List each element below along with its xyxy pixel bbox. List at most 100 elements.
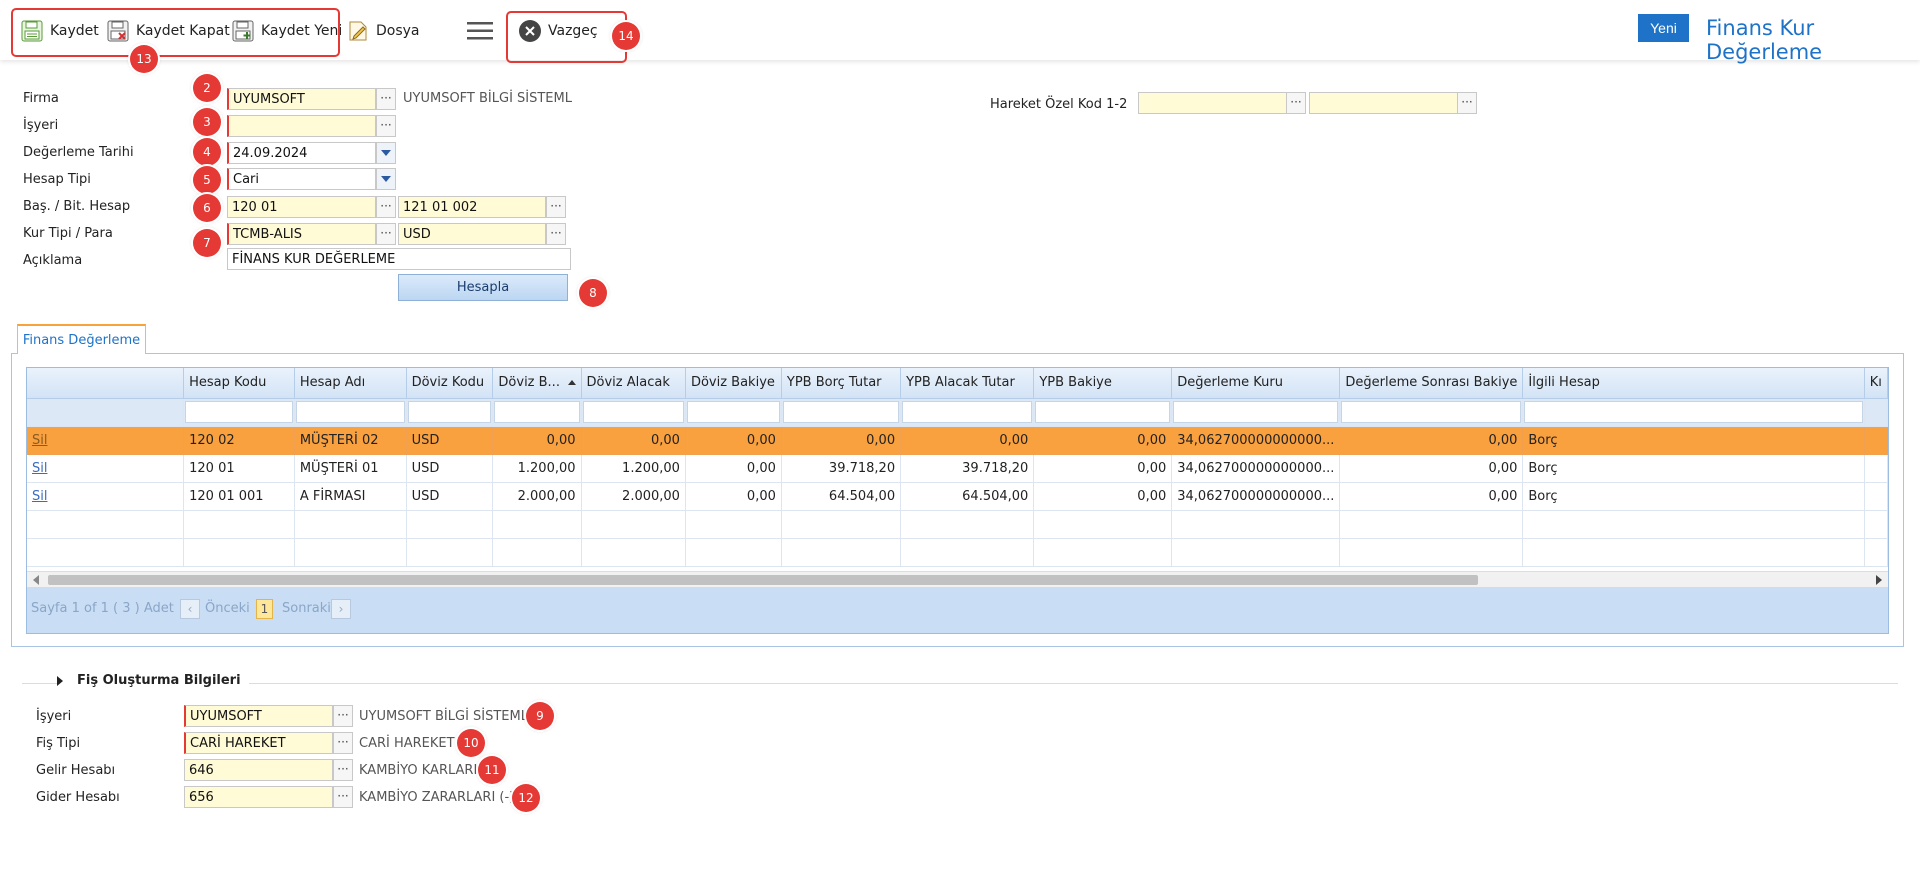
isyeri-lookup-button[interactable]: ··· xyxy=(376,115,396,137)
filter-input-doviz-bakiye[interactable] xyxy=(686,401,780,423)
expand-triangle-icon xyxy=(57,675,63,686)
filter-input-sonrasi-bakiye[interactable] xyxy=(1341,401,1522,423)
col-header-ypb-borc-tutar[interactable]: YPB Borç Tutar xyxy=(781,368,902,399)
horizontal-scrollbar[interactable] xyxy=(27,571,1888,587)
cell-more xyxy=(1864,426,1888,455)
filter-input-ypb-borc[interactable] xyxy=(782,401,900,423)
tab-finans-degerleme[interactable]: Finans Değerleme xyxy=(17,324,146,354)
gider-hesabi-lookup-button[interactable]: ··· xyxy=(333,786,353,808)
filter-input-doviz-alacak[interactable] xyxy=(582,401,684,423)
col-header-degerleme-sonrasi-bakiye[interactable]: Değerleme Sonrası Bakiye xyxy=(1339,368,1524,399)
gider-hesabi-label: Gider Hesabı xyxy=(36,790,120,805)
para-lookup-button[interactable]: ··· xyxy=(546,223,566,245)
cell-doviz-alacak: 2.000,00 xyxy=(581,482,686,511)
kur-tipi-input[interactable]: TCMB-ALIS xyxy=(227,223,376,245)
col-header-hesap-kodu[interactable]: Hesap Kodu xyxy=(183,368,295,399)
filter-input-ilgili-hesap[interactable] xyxy=(1524,401,1863,423)
cell-ypb-bakiye: 0,00 xyxy=(1033,482,1173,511)
col-header-action xyxy=(27,368,185,399)
fis-isyeri-lookup-button[interactable]: ··· xyxy=(333,705,353,727)
delete-link[interactable]: Sil xyxy=(32,433,47,448)
col-header-more[interactable]: Kı xyxy=(1864,368,1888,399)
col-header-ypb-alacak-tutar[interactable]: YPB Alacak Tutar xyxy=(900,368,1035,399)
filter-input-ypb-bakiye[interactable] xyxy=(1035,401,1171,423)
cell-ypb-bakiye: 0,00 xyxy=(1033,426,1173,455)
dropdown-arrow-icon xyxy=(381,150,391,156)
filter-input-hesap-kodu[interactable] xyxy=(185,401,293,423)
hesap-tipi-dropdown-button[interactable] xyxy=(376,168,396,190)
empty-row xyxy=(27,510,1888,539)
cell-ypb-borc: 39.718,20 xyxy=(781,454,902,483)
col-header-ypb-bakiye[interactable]: YPB Bakiye xyxy=(1033,368,1173,399)
scroll-right-icon[interactable] xyxy=(1876,575,1882,585)
annotation-badge: 11 xyxy=(478,756,506,784)
gider-hesabi-input[interactable]: 656 xyxy=(184,786,333,808)
ozel-kod-2-lookup-button[interactable]: ··· xyxy=(1457,92,1477,114)
firma-input[interactable]: UYUMSOFT xyxy=(227,88,376,110)
aciklama-label: Açıklama xyxy=(23,253,83,268)
hesapla-button[interactable]: Hesapla xyxy=(398,274,568,301)
grid-header-row: Hesap Kodu Hesap Adı Döviz Kodu Döviz B.… xyxy=(27,368,1888,399)
new-button[interactable]: Yeni xyxy=(1638,14,1689,42)
delete-link[interactable]: Sil xyxy=(32,489,47,504)
bit-hesap-lookup-button[interactable]: ··· xyxy=(546,196,566,218)
col-header-hesap-adi[interactable]: Hesap Adı xyxy=(294,368,407,399)
scroll-thumb[interactable] xyxy=(48,575,1478,585)
fis-tipi-lookup-button[interactable]: ··· xyxy=(333,732,353,754)
filter-input-doviz-borc[interactable] xyxy=(494,401,580,423)
ozel-kod-2-input[interactable] xyxy=(1309,92,1458,114)
next-page-label[interactable]: Sonraki xyxy=(282,601,331,616)
annotation-badge: 6 xyxy=(193,194,221,222)
ozel-kod-1-lookup-button[interactable]: ··· xyxy=(1286,92,1306,114)
col-header-ilgili-hesap[interactable]: İlgili Hesap xyxy=(1522,368,1865,399)
date-dropdown-button[interactable] xyxy=(376,142,396,164)
cell-ilgili-hesap: Borç xyxy=(1522,482,1865,511)
gelir-hesabi-lookup-button[interactable]: ··· xyxy=(333,759,353,781)
ellipsis-icon: ··· xyxy=(550,199,562,213)
degerleme-tarihi-input[interactable]: 24.09.2024 xyxy=(227,142,376,164)
table-row[interactable]: Sil 120 01 MÜŞTERİ 01 USD 1.200,00 1.200… xyxy=(27,454,1888,483)
ellipsis-icon: ··· xyxy=(1461,95,1473,109)
para-input[interactable]: USD xyxy=(398,223,546,245)
filter-input-ypb-alacak[interactable] xyxy=(902,401,1033,423)
bas-hesap-input[interactable]: 120 01 xyxy=(227,196,376,218)
aciklama-input[interactable]: FİNANS KUR DEĞERLEME xyxy=(227,248,571,270)
gelir-hesabi-label: Gelir Hesabı xyxy=(36,763,116,778)
scroll-left-icon[interactable] xyxy=(33,575,39,585)
filter-input-degerleme-kuru[interactable] xyxy=(1173,401,1339,423)
current-page[interactable]: 1 xyxy=(256,599,273,619)
isyeri-input[interactable] xyxy=(227,115,376,137)
gider-hesabi-description: KAMBİYO ZARARLARI (-) xyxy=(359,790,515,805)
next-page-button[interactable]: › xyxy=(331,599,351,619)
col-header-doviz-bakiye[interactable]: Döviz Bakiye xyxy=(685,368,782,399)
firma-lookup-button[interactable]: ··· xyxy=(376,88,396,110)
table-row[interactable]: Sil 120 01 001 A FİRMASI USD 2.000,00 2.… xyxy=(27,482,1888,511)
cell-hesap-kodu: 120 01 xyxy=(183,454,295,483)
cell-ilgili-hesap: Borç xyxy=(1522,426,1865,455)
prev-page-button[interactable]: ‹ xyxy=(180,599,200,619)
col-header-doviz-borc[interactable]: Döviz B... xyxy=(492,368,582,399)
fis-tipi-input[interactable]: CARİ HAREKET xyxy=(184,732,333,754)
bit-hesap-input[interactable]: 121 01 002 xyxy=(398,196,546,218)
filter-input-doviz-kodu[interactable] xyxy=(407,401,492,423)
cell-ypb-bakiye: 0,00 xyxy=(1033,454,1173,483)
gelir-hesabi-input[interactable]: 646 xyxy=(184,759,333,781)
fis-isyeri-input[interactable]: UYUMSOFT xyxy=(184,705,333,727)
delete-link[interactable]: Sil xyxy=(32,461,47,476)
filter-input-hesap-adi[interactable] xyxy=(295,401,405,423)
hamburger-menu-button[interactable] xyxy=(466,20,494,42)
prev-page-label[interactable]: Önceki xyxy=(205,601,250,616)
file-button[interactable]: Dosya xyxy=(346,16,420,46)
kur-tipi-lookup-button[interactable]: ··· xyxy=(376,223,396,245)
table-row[interactable]: Sil 120 02 MÜŞTERİ 02 USD 0,00 0,00 0,00… xyxy=(27,426,1888,455)
col-header-doviz-alacak[interactable]: Döviz Alacak xyxy=(581,368,686,399)
annotation-badge: 5 xyxy=(193,166,221,194)
col-header-doviz-kodu[interactable]: Döviz Kodu xyxy=(406,368,494,399)
cell-hesap-adi: MÜŞTERİ 02 xyxy=(294,426,407,455)
bas-hesap-lookup-button[interactable]: ··· xyxy=(376,196,396,218)
col-header-degerleme-kuru[interactable]: Değerleme Kuru xyxy=(1171,368,1341,399)
fis-section-header[interactable]: Fiş Oluşturma Bilgileri xyxy=(57,673,249,688)
ozel-kod-1-input[interactable] xyxy=(1138,92,1287,114)
hesap-tipi-select[interactable]: Cari xyxy=(227,168,376,190)
annotation-badge: 9 xyxy=(526,702,554,730)
